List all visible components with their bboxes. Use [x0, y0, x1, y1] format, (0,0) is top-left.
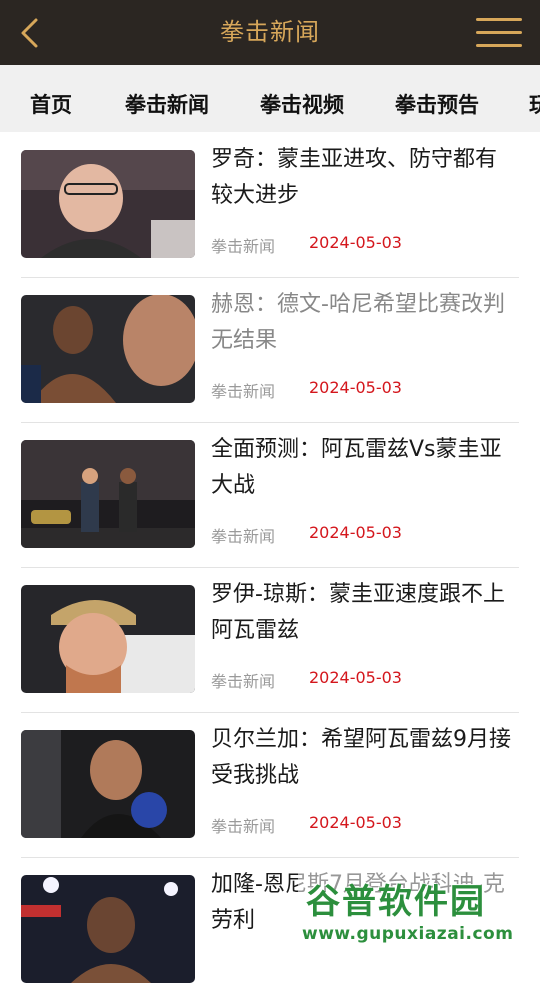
article-category: 拳击新闻	[211, 527, 276, 546]
site-watermark: 谷普软件园 www.gupuxiazai.com	[298, 872, 536, 956]
list-item[interactable]: 罗伊-琼斯：蒙圭亚速度跟不上阿瓦雷兹 拳击新闻 2024-05-03	[21, 567, 519, 713]
article-date: 2024-05-03	[309, 378, 402, 397]
watermark-name: 谷普软件园	[306, 882, 486, 922]
hamburger-menu-icon	[476, 31, 522, 34]
list-item[interactable]: 贝尔兰加：希望阿瓦雷兹9月接受我挑战 拳击新闻 2024-05-03	[21, 712, 519, 858]
article-date: 2024-05-03	[309, 523, 402, 542]
article-thumbnail	[21, 585, 195, 693]
list-item[interactable]: 罗奇：蒙圭亚进攻、防守都有较大进步 拳击新闻 2024-05-03	[21, 132, 519, 278]
article-thumbnail	[21, 730, 195, 838]
article-category: 拳击新闻	[211, 817, 276, 836]
article-title: 全面预测：阿瓦雷兹Vs蒙圭亚大战	[211, 437, 502, 498]
article-title: 贝尔兰加：希望阿瓦雷兹9月接受我挑战	[211, 727, 511, 788]
watermark-url: www.gupuxiazai.com	[302, 924, 514, 944]
article-date: 2024-05-03	[309, 813, 402, 832]
page-title: 拳击新闻	[220, 18, 320, 46]
article-thumbnail	[21, 150, 195, 258]
article-thumbnail	[21, 440, 195, 548]
article-title: 赫恩：德文-哈尼希望比赛改判无结果	[211, 292, 505, 353]
menu-button[interactable]	[476, 18, 522, 48]
article-category: 拳击新闻	[211, 382, 276, 401]
tab-boxing-video[interactable]: 拳击视频	[260, 65, 344, 132]
article-title: 罗奇：蒙圭亚进攻、防守都有较大进步	[211, 147, 498, 208]
app-header: 拳击新闻	[0, 0, 540, 65]
hamburger-menu-icon	[476, 18, 522, 21]
article-date: 2024-05-03	[309, 668, 402, 687]
tab-boxing-preview[interactable]: 拳击预告	[395, 65, 479, 132]
tab-boxing-news[interactable]: 拳击新闻	[125, 65, 209, 132]
article-title: 罗伊-琼斯：蒙圭亚速度跟不上阿瓦雷兹	[211, 582, 505, 643]
list-item[interactable]: 赫恩：德文-哈尼希望比赛改判无结果 拳击新闻 2024-05-03	[21, 277, 519, 423]
article-category: 拳击新闻	[211, 672, 276, 691]
article-category: 拳击新闻	[211, 237, 276, 256]
tab-home[interactable]: 首页	[30, 65, 72, 132]
list-item[interactable]: 全面预测：阿瓦雷兹Vs蒙圭亚大战 拳击新闻 2024-05-03	[21, 422, 519, 568]
article-date: 2024-05-03	[309, 233, 402, 252]
article-thumbnail	[21, 295, 195, 403]
category-tabs: 首页 拳击新闻 拳击视频 拳击预告 玩	[0, 65, 540, 132]
tab-more[interactable]: 玩	[529, 65, 540, 132]
article-thumbnail	[21, 875, 195, 983]
hamburger-menu-icon	[476, 44, 522, 47]
